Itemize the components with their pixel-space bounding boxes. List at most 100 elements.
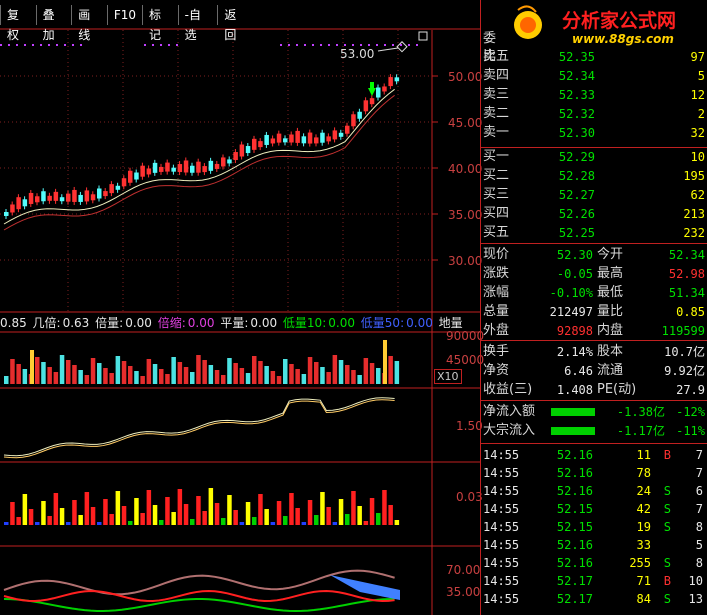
sell-level-row[interactable]: 卖一 52.30 32 — [483, 124, 705, 142]
histogram-bar — [345, 514, 350, 525]
candle-body — [152, 162, 158, 173]
buy-level-row-label: 买五 — [483, 225, 510, 240]
histogram-bar — [78, 515, 83, 525]
histogram-bar — [289, 493, 294, 525]
histogram-bar — [72, 500, 77, 525]
candle-body — [301, 136, 307, 144]
quote-value: 212497 — [549, 305, 593, 319]
candle-body — [382, 86, 387, 92]
logo-title: 分析家公式网 — [562, 10, 677, 32]
back-button[interactable]: 返回 — [217, 5, 253, 42]
tick-price: 52.16 — [556, 556, 593, 570]
histogram-bar — [208, 488, 214, 525]
draw-line-button[interactable]: 画线 — [71, 5, 107, 42]
indicator-diliang10-value: 0.00 — [328, 316, 355, 330]
candle-body — [196, 161, 201, 173]
f10-button[interactable]: F10 — [106, 5, 142, 25]
mark-button[interactable]: 标记 — [142, 5, 178, 42]
histogram-bar — [227, 495, 232, 525]
sell-level-row-volume: 5 — [697, 69, 705, 83]
quote-value: 52.34 — [668, 248, 705, 262]
overlay-button[interactable]: 叠加 — [35, 5, 72, 42]
buy-level-row[interactable]: 买一 52.29 10 — [483, 148, 705, 166]
histogram-bar — [22, 494, 28, 525]
tick-row[interactable]: 14:55 52.16 255 S 8 — [483, 554, 705, 572]
tick-volume: 19 — [636, 520, 651, 534]
buy-level-row[interactable]: 买五 52.25 232 — [483, 224, 705, 242]
tick-row[interactable]: 14:55 52.16 78 7 — [483, 464, 705, 482]
sell-level-row[interactable]: 卖三 52.33 12 — [483, 86, 705, 104]
scroll-handle-icon[interactable] — [418, 31, 428, 41]
volume-bar — [97, 363, 102, 384]
sell-level-row-volume: 32 — [690, 126, 705, 140]
buy-level-row[interactable]: 买三 52.27 62 — [483, 186, 705, 204]
finance-label: 股本 — [597, 344, 624, 359]
remove-watchlist-button[interactable]: -自选 — [177, 5, 218, 42]
tick-row[interactable]: 14:55 52.17 84 S 13 — [483, 590, 705, 608]
histogram-bar — [369, 498, 375, 525]
restore-rights-button[interactable]: 复权 — [0, 5, 36, 42]
tick-row[interactable]: 14:55 52.16 11 B 7 — [483, 446, 705, 464]
candle-body — [28, 192, 34, 204]
volume-bar — [320, 367, 325, 384]
quote-label: 内盘 — [597, 323, 624, 338]
price-axis-label: 30.00 — [448, 254, 483, 268]
candlestick-chart[interactable] — [0, 0, 480, 615]
histogram-bar — [196, 496, 201, 525]
tick-row[interactable]: 14:55 52.16 24 S 6 — [483, 482, 705, 500]
tick-row[interactable]: 14:55 52.15 19 S 8 — [483, 518, 705, 536]
candle-body — [376, 87, 381, 98]
volume-bar — [314, 362, 319, 384]
finance-label: PE(动) — [597, 382, 637, 397]
histogram-bar — [146, 490, 152, 525]
sell-level-row-label: 卖一 — [483, 125, 510, 140]
candle-body — [214, 163, 220, 169]
buy-level-row[interactable]: 买二 52.28 195 — [483, 167, 705, 185]
volume-bar — [233, 363, 238, 384]
quote-value: -0.05 — [556, 267, 593, 281]
tick-price: 52.15 — [556, 502, 593, 516]
marker-dot — [64, 44, 66, 46]
osc2-axis-label: 0.03 — [456, 490, 483, 504]
volume-bar — [10, 359, 15, 384]
histogram-bar — [140, 513, 145, 525]
histogram-bar — [338, 499, 344, 525]
volume-bar — [227, 358, 232, 384]
tick-row[interactable]: 14:55 52.15 42 S 7 — [483, 500, 705, 518]
oscillator-area — [330, 575, 400, 600]
volume-bar — [376, 368, 381, 384]
tick-volume: 84 — [636, 592, 651, 606]
marker-dot — [352, 44, 354, 46]
sell-level-row-volume: 97 — [690, 50, 705, 64]
volume-bar — [84, 375, 90, 384]
tick-side: S — [663, 520, 671, 534]
candle-body — [4, 212, 9, 216]
histogram-bar — [314, 515, 319, 525]
marker-dot — [376, 44, 378, 46]
histogram-bar — [376, 513, 381, 525]
tick-row[interactable]: 14:55 52.17 71 B 10 — [483, 572, 705, 590]
volume-bar — [208, 365, 214, 384]
sell-level-row[interactable]: 卖二 52.32 2 — [483, 105, 705, 123]
candle-body — [245, 146, 251, 154]
finance-value: 27.9 — [676, 383, 705, 397]
tick-row[interactable]: 14:55 52.16 33 5 — [483, 536, 705, 554]
indicator-pingliang-label: 平量: — [220, 316, 249, 330]
candle-body — [165, 162, 170, 172]
buy-level-row[interactable]: 买四 52.26 213 — [483, 205, 705, 223]
volume-bar — [134, 371, 139, 384]
tick-volume: 255 — [629, 556, 651, 570]
histogram-bar — [264, 509, 269, 525]
sell-level-row[interactable]: 卖五 52.35 97 — [483, 48, 705, 66]
quote-row: 外盘 92898 内盘 119599 — [483, 322, 705, 340]
candle-body — [35, 196, 40, 203]
kline-chart-area[interactable]: 复权 叠加 画线 F10 标记 -自选 返回 53.00 50.00 45.00… — [0, 0, 484, 615]
histogram-bar — [245, 502, 251, 525]
candle-body — [307, 132, 313, 144]
quote-value: 52.30 — [556, 248, 593, 262]
histogram-bar — [388, 505, 393, 525]
histogram-bar — [177, 489, 183, 525]
candle-body — [314, 137, 319, 144]
sell-level-row[interactable]: 卖四 52.34 5 — [483, 67, 705, 85]
osc1-axis-label: 1.50 — [456, 419, 483, 433]
